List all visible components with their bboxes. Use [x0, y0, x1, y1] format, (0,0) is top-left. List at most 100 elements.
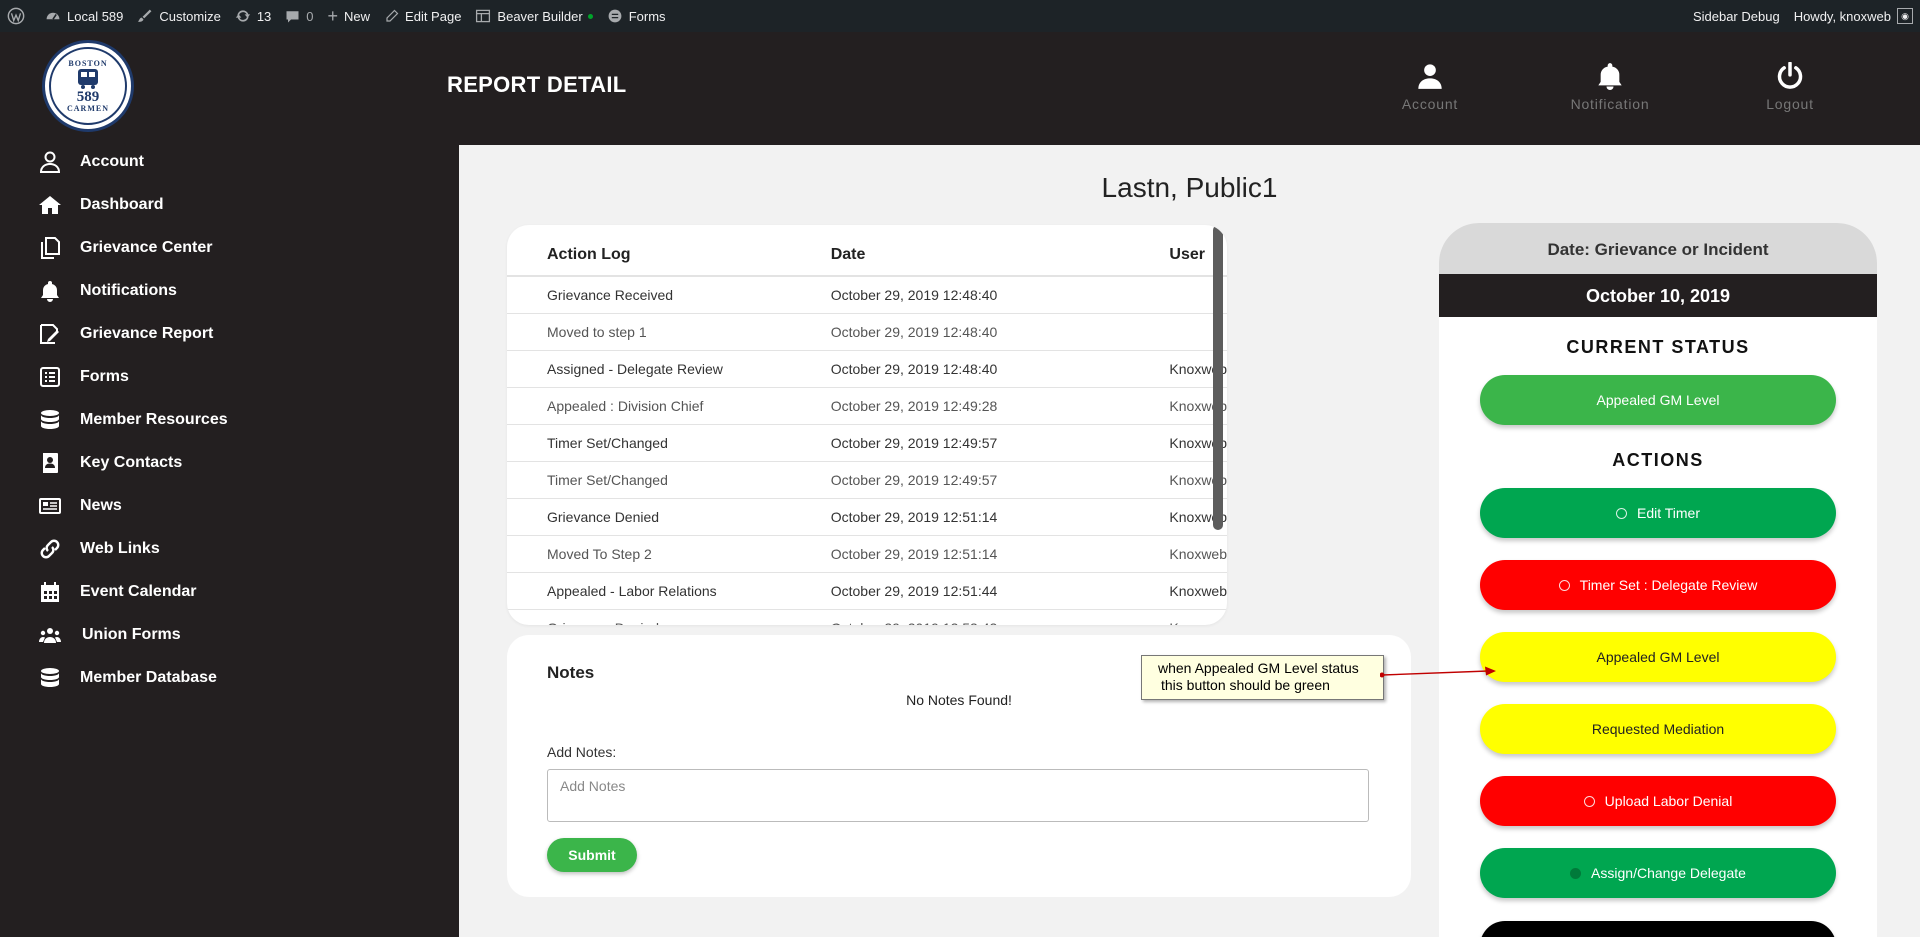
- ban-icon: [1583, 795, 1595, 807]
- sidebar-item-label: Key Contacts: [80, 453, 183, 471]
- link-icon: [36, 535, 64, 563]
- contact-book-icon: [36, 449, 64, 477]
- sidebar-item-label: Event Calendar: [80, 582, 197, 600]
- sidebar-item-web-links[interactable]: Web Links: [36, 527, 228, 570]
- site-name: Local 589: [67, 8, 124, 24]
- comments-link[interactable]: 0: [278, 0, 320, 32]
- annotation-line-2: this button should be green: [1161, 677, 1330, 693]
- status-panel: Date: Grievance or Incident October 10, …: [1439, 223, 1877, 937]
- next-action-button[interactable]: [1480, 921, 1836, 937]
- sidebar-item-event-calendar[interactable]: Event Calendar: [36, 570, 228, 613]
- new-content-link[interactable]: + New: [321, 0, 378, 32]
- requested-mediation-button[interactable]: Requested Mediation: [1480, 704, 1836, 754]
- clock-icon: [1615, 507, 1627, 519]
- table-row: Grievance Received October 29, 2019 12:48…: [507, 276, 1227, 314]
- cell-date: October 29, 2019 12:53:42: [830, 609, 1170, 625]
- database-icon: [36, 406, 64, 434]
- sidebar: BOSTON 589 CARMEN Account Dashboard Grie…: [0, 32, 459, 937]
- main-content: Lastn, Public1 Action Log Date User Grie…: [459, 145, 1920, 937]
- table-row: Assigned - Delegate Review October 29, 20…: [507, 350, 1227, 388]
- form-icon: [36, 363, 64, 391]
- users-icon: [36, 621, 64, 649]
- date-value: October 10, 2019: [1439, 274, 1877, 317]
- cell-action: Appealed - Labor Relations: [507, 572, 831, 610]
- action-label: Edit Timer: [1636, 505, 1700, 521]
- sidebar-item-label: Forms: [80, 367, 129, 385]
- edit-page-link[interactable]: Edit Page: [377, 0, 468, 32]
- user-icon: [36, 148, 64, 176]
- header-account-button[interactable]: Account: [1375, 62, 1485, 112]
- header-account-label: Account: [1401, 96, 1459, 112]
- header-notification-button[interactable]: Notification: [1555, 62, 1665, 112]
- updates-count: 13: [256, 8, 272, 24]
- sidebar-item-news[interactable]: News: [36, 484, 228, 527]
- cell-date: October 29, 2019 12:49:57: [830, 461, 1170, 499]
- submit-button[interactable]: Submit: [547, 838, 637, 872]
- customize-link[interactable]: Customize: [130, 0, 227, 32]
- table-row: Timer Set/Changed October 29, 2019 12:49:…: [507, 424, 1227, 462]
- logo-inner: BOSTON 589 CARMEN: [49, 47, 127, 125]
- plus-icon: +: [327, 5, 339, 26]
- table-row: Appealed - Labor Relations October 29, 20…: [507, 572, 1227, 610]
- beaver-label: Beaver Builder: [497, 8, 583, 24]
- sidebar-item-grievance-center[interactable]: Grievance Center: [36, 226, 228, 269]
- my-account-link[interactable]: Howdy, knoxweb ◉: [1787, 0, 1920, 32]
- sidebar-debug-link[interactable]: Sidebar Debug: [1686, 0, 1787, 32]
- signature-icon: [36, 320, 64, 348]
- member-name: Lastn, Public1: [1101, 172, 1278, 203]
- header-logout-button[interactable]: Logout: [1735, 62, 1845, 112]
- cell-date: October 29, 2019 12:51:14: [830, 535, 1170, 573]
- cell-action: Assigned - Delegate Review: [507, 350, 831, 388]
- forms-label: Forms: [628, 8, 666, 24]
- sidebar-item-account[interactable]: Account: [36, 140, 228, 183]
- sidebar-item-grievance-report[interactable]: Grievance Report: [36, 312, 228, 355]
- edit-timer-button[interactable]: Edit Timer: [1480, 488, 1836, 538]
- copy-icon: [36, 234, 64, 262]
- upload-labor-denial-button[interactable]: Upload Labor Denial: [1480, 776, 1836, 826]
- notes-input[interactable]: [547, 769, 1369, 822]
- cell-action: Timer Set/Changed: [507, 461, 831, 499]
- cell-date: October 29, 2019 12:49:57: [830, 424, 1170, 462]
- sidebar-item-label: Grievance Report: [80, 324, 214, 342]
- bus-icon: [78, 69, 98, 89]
- boston-carmen-logo[interactable]: BOSTON 589 CARMEN: [42, 40, 134, 132]
- sidebar-item-member-database[interactable]: Member Database: [36, 656, 228, 699]
- col-header-action: Action Log: [507, 225, 831, 277]
- wp-logo[interactable]: [0, 0, 38, 32]
- timer-set-delegate-review-button[interactable]: Timer Set : Delegate Review: [1480, 560, 1836, 610]
- assign-change-delegate-button[interactable]: Assign/Change Delegate: [1480, 848, 1836, 898]
- site-name-link[interactable]: Local 589: [38, 0, 130, 32]
- layout-icon: [475, 8, 491, 24]
- header-notification-label: Notification: [1570, 96, 1650, 112]
- circle-icon: [1570, 867, 1582, 879]
- sidebar-item-forms[interactable]: Forms: [36, 355, 228, 398]
- sidebar-item-notifications[interactable]: Notifications: [36, 269, 228, 312]
- sidebar-item-dashboard[interactable]: Dashboard: [36, 183, 228, 226]
- annotation-line-1: when Appealed GM Level status: [1158, 660, 1359, 676]
- col-header-date: Date: [830, 225, 1170, 277]
- user-icon: [1418, 64, 1442, 89]
- cell-date: October 29, 2019 12:48:40: [830, 350, 1170, 388]
- updates-link[interactable]: 13: [228, 0, 278, 32]
- add-notes-label: Add Notes:: [547, 744, 617, 760]
- edit-page-label: Edit Page: [405, 8, 462, 24]
- cell-action: Grievance Received: [507, 276, 831, 314]
- beaver-builder-link[interactable]: Beaver Builder: [468, 0, 599, 32]
- action-log-scrollbar[interactable]: [1213, 225, 1223, 530]
- table-row: Moved to step 1 October 29, 2019 12:48:40: [507, 313, 1227, 351]
- header-logout-label: Logout: [1766, 96, 1814, 112]
- dashboard-icon: [45, 8, 61, 24]
- sidebar-item-key-contacts[interactable]: Key Contacts: [36, 441, 228, 484]
- sidebar-item-union-forms[interactable]: Union Forms: [36, 613, 228, 656]
- sidebar-item-label: Member Resources: [80, 410, 228, 428]
- action-label: Assign/Change Delegate: [1591, 865, 1746, 881]
- clock-icon: [1558, 579, 1570, 591]
- forms-link[interactable]: Forms: [600, 0, 673, 32]
- bell-icon: [1598, 63, 1622, 90]
- avatar-icon: ◉: [1897, 8, 1913, 24]
- sidebar-item-member-resources[interactable]: Member Resources: [36, 398, 228, 441]
- action-label: Requested Mediation: [1591, 721, 1725, 737]
- notes-title: Notes: [547, 663, 595, 682]
- appealed-gm-level-button[interactable]: Appealed GM Level: [1480, 632, 1836, 682]
- current-status-badge: Appealed GM Level: [1480, 375, 1836, 425]
